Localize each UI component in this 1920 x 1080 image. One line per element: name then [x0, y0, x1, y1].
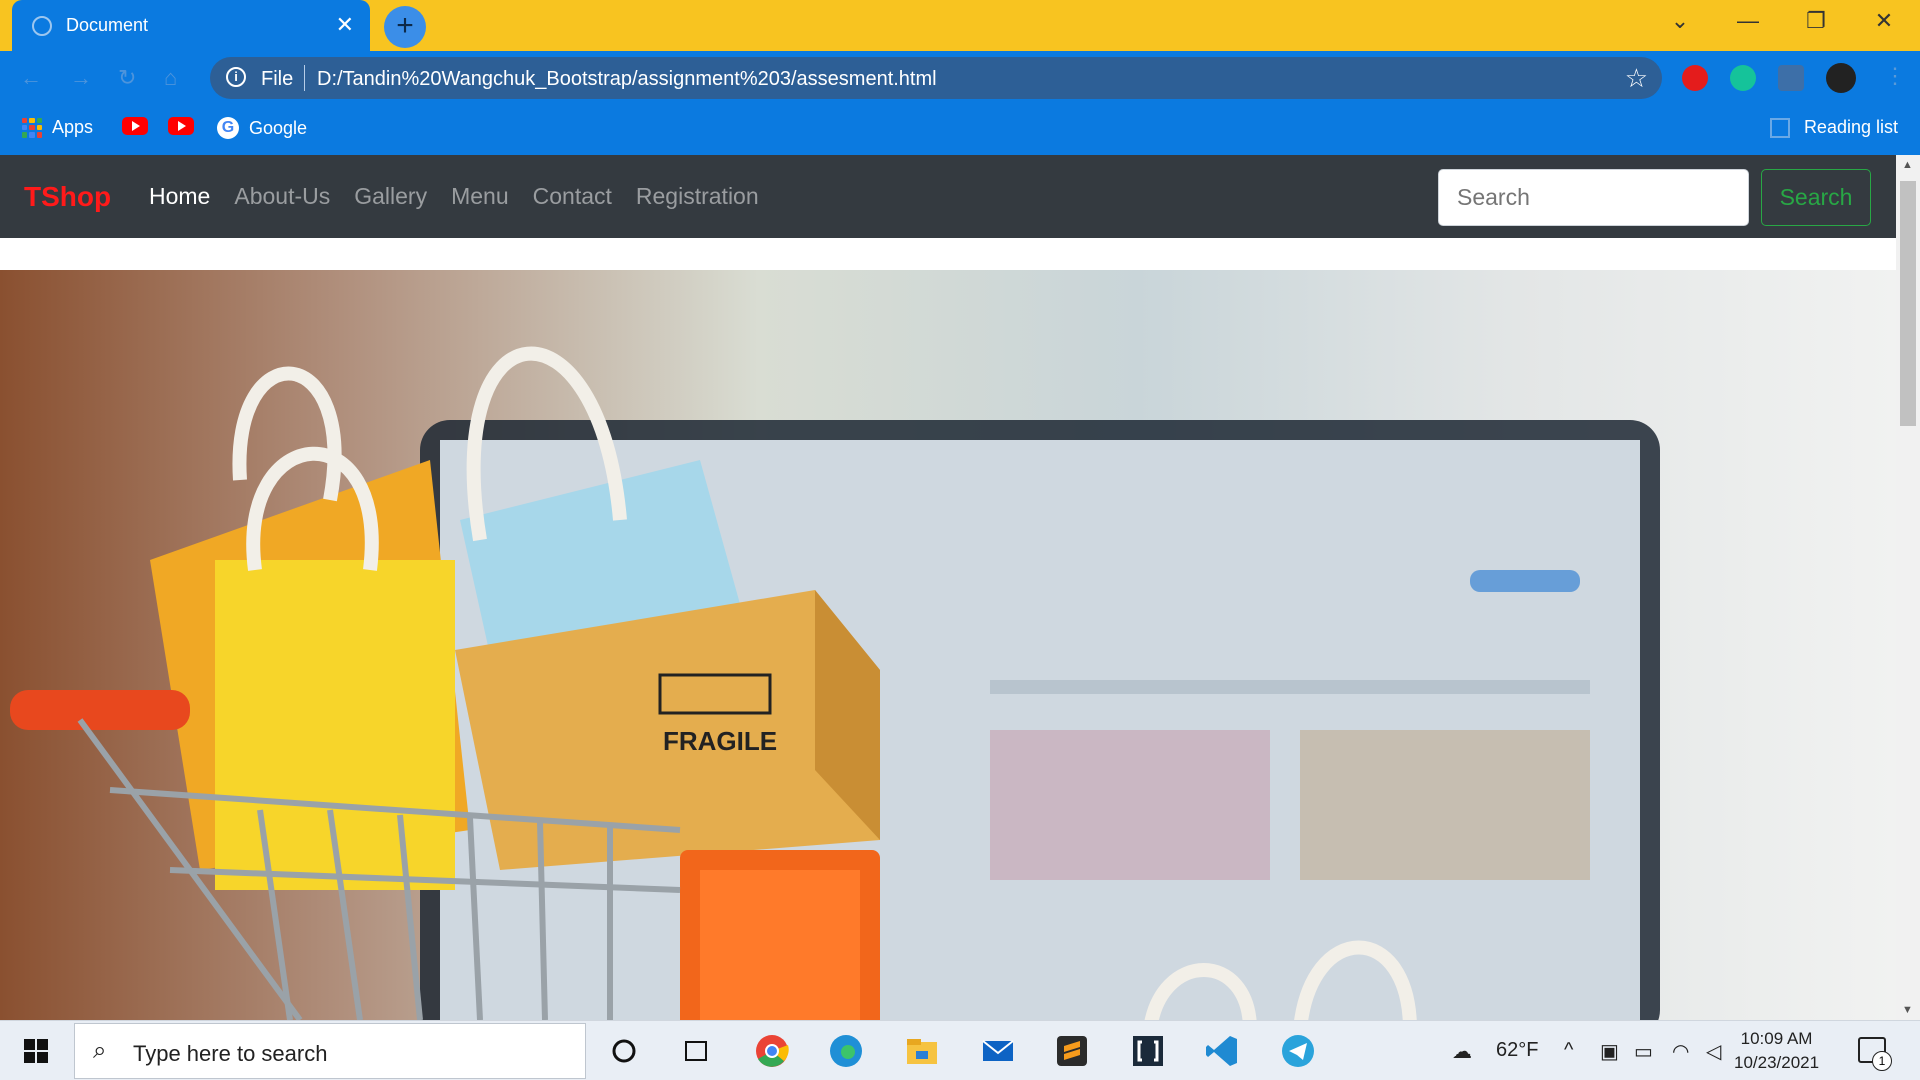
telegram-icon[interactable]: [1280, 1033, 1316, 1069]
info-icon[interactable]: i: [226, 67, 246, 87]
reading-list-icon: [1769, 117, 1790, 138]
edge-taskbar-icon[interactable]: [828, 1033, 864, 1069]
bookmark-label: Google: [249, 117, 308, 138]
tray-chevron-up-icon[interactable]: ^: [1564, 1039, 1573, 1062]
cortana-icon[interactable]: [606, 1033, 642, 1069]
tab-close-icon[interactable]: ✕: [336, 12, 354, 38]
brackets-icon[interactable]: [1130, 1033, 1166, 1069]
browser-toolbar: ← → ↻ ⌂ i File D:/Tandin%20Wangchuk_Boot…: [0, 51, 1920, 103]
adblock-extension-icon[interactable]: [1682, 65, 1708, 91]
youtube-icon: [168, 117, 194, 135]
bookmarks-bar: Apps G Google Reading list: [0, 103, 1920, 155]
back-icon[interactable]: ←: [20, 65, 42, 91]
reading-list-button[interactable]: Reading list: [1769, 117, 1898, 138]
youtube-icon: [122, 117, 148, 135]
nav-home[interactable]: Home: [149, 183, 210, 210]
tab-title: Document: [66, 15, 149, 35]
url-text[interactable]: D:/Tandin%20Wangchuk_Bootstrap/assignmen…: [317, 68, 937, 91]
scroll-down-icon[interactable]: ▼: [1902, 1004, 1913, 1016]
close-window-button[interactable]: ✕: [1864, 8, 1904, 34]
apps-grid-icon: [22, 117, 42, 138]
hero-image: FRAGILE: [0, 270, 1896, 1020]
restore-button[interactable]: ❐: [1796, 8, 1836, 34]
page-viewport: TShop Home About-Us Gallery Menu Contact…: [0, 155, 1896, 1020]
browser-tab[interactable]: Document ✕: [12, 0, 370, 51]
bookmark-apps[interactable]: Apps: [22, 117, 93, 138]
reload-icon[interactable]: ↻: [118, 65, 136, 91]
windows-start-icon[interactable]: [24, 1039, 48, 1063]
fragile-text: FRAGILE: [663, 726, 777, 756]
bookmark-label: Apps: [52, 117, 94, 137]
extensions-puzzle-icon[interactable]: [1778, 65, 1804, 91]
vscode-icon[interactable]: [1204, 1033, 1240, 1069]
clock-time: 10:09 AM: [1740, 1029, 1813, 1048]
task-view-icon[interactable]: [678, 1033, 714, 1069]
address-bar[interactable]: i File D:/Tandin%20Wangchuk_Bootstrap/as…: [210, 57, 1662, 99]
address-separator: [304, 65, 305, 91]
reading-list-label: Reading list: [1803, 117, 1898, 137]
battery-icon[interactable]: ▭: [1634, 1039, 1653, 1064]
chrome-taskbar-icon[interactable]: [754, 1033, 790, 1069]
globe-icon: [32, 16, 52, 36]
nav-gallery[interactable]: Gallery: [354, 183, 427, 210]
wifi-icon[interactable]: ◠: [1672, 1039, 1689, 1064]
bookmark-google[interactable]: G Google: [217, 117, 307, 139]
weather-icon[interactable]: ☁: [1452, 1039, 1472, 1064]
meet-now-icon[interactable]: ▣: [1600, 1039, 1619, 1064]
scroll-up-icon[interactable]: ▲: [1902, 159, 1913, 171]
shopping-cart-illustration: FRAGILE: [10, 346, 1660, 1020]
file-explorer-icon[interactable]: [904, 1033, 940, 1069]
clock-date: 10/23/2021: [1734, 1053, 1820, 1072]
forward-icon[interactable]: →: [70, 65, 92, 91]
bookmark-youtube-1[interactable]: [122, 117, 148, 135]
minimize-button[interactable]: —: [1728, 8, 1768, 34]
taskbar-search-placeholder: Type here to search: [133, 1041, 328, 1066]
nav-contact[interactable]: Contact: [533, 183, 612, 210]
tab-search-icon[interactable]: ⌄: [1660, 8, 1700, 34]
mail-icon[interactable]: [980, 1033, 1016, 1069]
bookmark-youtube-2[interactable]: [168, 117, 194, 135]
page-scrollbar[interactable]: ▲ ▼: [1896, 155, 1920, 1020]
grammarly-extension-icon[interactable]: [1730, 65, 1756, 91]
notification-count: 1: [1872, 1051, 1892, 1071]
site-search-input[interactable]: [1438, 169, 1749, 226]
new-tab-button[interactable]: +: [384, 6, 426, 48]
home-icon[interactable]: ⌂: [164, 65, 177, 91]
notification-center-icon[interactable]: 1: [1858, 1037, 1892, 1071]
taskbar-clock[interactable]: 10:09 AM 10/23/2021: [1734, 1027, 1819, 1075]
bookmark-star-icon[interactable]: ☆: [1625, 63, 1648, 94]
nav-about-us[interactable]: About-Us: [234, 183, 330, 210]
site-navbar: TShop Home About-Us Gallery Menu Contact…: [0, 155, 1896, 238]
sublime-text-icon[interactable]: [1054, 1033, 1090, 1069]
scrollbar-thumb[interactable]: [1900, 181, 1916, 426]
nav-registration[interactable]: Registration: [636, 183, 759, 210]
profile-avatar-icon[interactable]: [1826, 63, 1856, 93]
chrome-menu-icon[interactable]: ⋮: [1884, 63, 1906, 89]
nav-links: Home About-Us Gallery Menu Contact Regis…: [149, 183, 759, 210]
taskbar-search-box[interactable]: ⌕ Type here to search: [74, 1023, 586, 1079]
browser-titlebar: Document ✕ + ⌄ — ❐ ✕: [0, 0, 1920, 51]
volume-icon[interactable]: ◁: [1706, 1039, 1721, 1064]
nav-menu[interactable]: Menu: [451, 183, 509, 210]
windows-taskbar: ⌕ Type here to search ☁ 62°F ^ ▣ ▭ ◠ ◁ 1…: [0, 1020, 1920, 1080]
weather-temperature[interactable]: 62°F: [1496, 1039, 1538, 1062]
google-icon: G: [217, 117, 239, 139]
search-icon: ⌕: [93, 1037, 107, 1064]
site-search-button[interactable]: Search: [1761, 169, 1871, 226]
file-label: File: [261, 68, 294, 90]
site-brand[interactable]: TShop: [24, 181, 111, 213]
